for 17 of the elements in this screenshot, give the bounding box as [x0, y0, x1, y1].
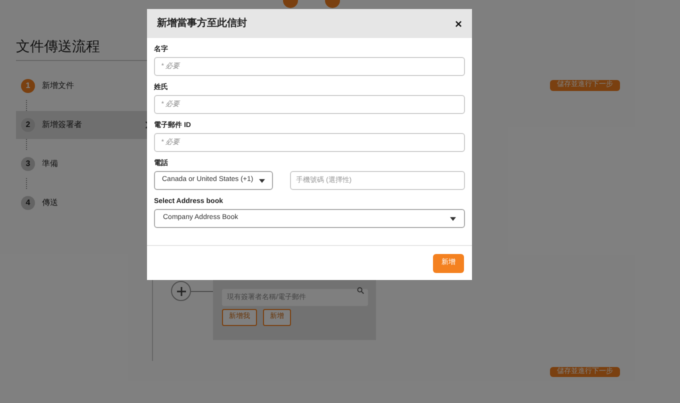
step-label: 新增簽署者 — [42, 119, 83, 131]
step-number: 3 — [21, 157, 35, 171]
step-label: 新增文件 — [42, 80, 75, 92]
step-number: 2 — [21, 118, 35, 132]
step-item[interactable]: 4 傳送 — [16, 189, 152, 217]
step-label: 準備 — [42, 158, 59, 170]
caret-icon — [450, 216, 456, 220]
caret-icon — [259, 178, 265, 182]
step-label: 傳送 — [42, 197, 59, 209]
step-number: 1 — [21, 79, 35, 93]
dialog-title: 新增當事方至此信封 — [157, 16, 247, 31]
page-title: 文件傳送流程 — [15, 37, 100, 55]
search-icon — [357, 286, 364, 294]
step-item[interactable]: 3 準備 — [16, 150, 152, 178]
close-button[interactable]: × — [454, 18, 462, 30]
step-item[interactable]: 1 新增文件 — [16, 72, 152, 100]
step-number: 4 — [21, 196, 35, 210]
